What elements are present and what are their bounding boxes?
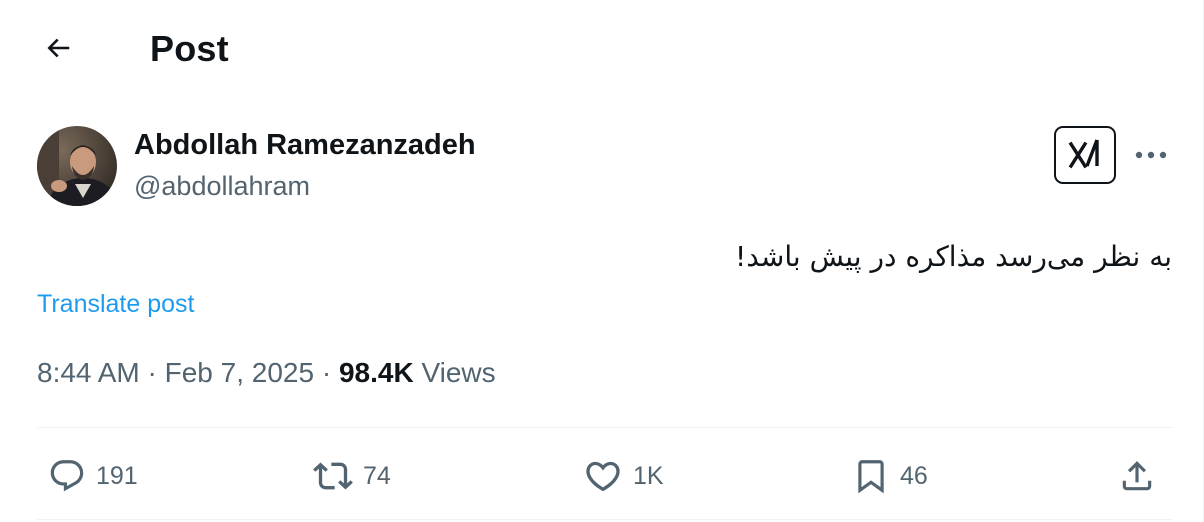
header: Post bbox=[0, 0, 1203, 100]
author-handle[interactable]: @abdollahram bbox=[134, 171, 310, 202]
post-meta: 8:44 AM · Feb 7, 2025 · 98.4K Views bbox=[37, 357, 496, 389]
author-display-name[interactable]: Abdollah Ramezanzadeh bbox=[134, 129, 476, 162]
post-text: به نظر می‌رسد مذاکره در پیش باشد! bbox=[735, 240, 1172, 273]
views-label: Views bbox=[421, 357, 496, 388]
bookmark-icon bbox=[852, 456, 890, 496]
divider bbox=[37, 427, 1172, 428]
reply-count: 191 bbox=[96, 461, 138, 490]
views-count: 98.4K bbox=[338, 357, 414, 388]
reply-button[interactable]: 191 bbox=[48, 448, 138, 504]
repost-button[interactable]: 74 bbox=[313, 448, 391, 504]
more-dots-icon bbox=[1134, 146, 1168, 164]
meta-separator: · bbox=[147, 357, 157, 388]
repost-count: 74 bbox=[363, 461, 391, 490]
bookmark-count: 46 bbox=[900, 461, 928, 490]
avatar-photo bbox=[37, 126, 117, 206]
translate-post-link[interactable]: Translate post bbox=[37, 290, 194, 319]
grok-icon bbox=[1065, 136, 1105, 175]
page-title: Post bbox=[150, 28, 229, 69]
post-time[interactable]: 8:44 AM bbox=[37, 357, 140, 388]
grok-button[interactable] bbox=[1054, 126, 1116, 184]
like-count: 1K bbox=[633, 461, 664, 490]
reply-icon bbox=[48, 457, 86, 495]
share-icon bbox=[1118, 456, 1156, 496]
post-date[interactable]: Feb 7, 2025 bbox=[165, 357, 314, 388]
heart-icon bbox=[583, 456, 623, 496]
meta-separator: · bbox=[321, 357, 332, 388]
repost-icon bbox=[313, 456, 353, 496]
arrow-left-icon bbox=[43, 33, 73, 68]
share-button[interactable] bbox=[1118, 448, 1156, 504]
action-bar: 191 74 1K 46 bbox=[0, 448, 1204, 504]
back-button[interactable] bbox=[38, 30, 78, 70]
bookmark-button[interactable]: 46 bbox=[852, 448, 928, 504]
divider bbox=[37, 519, 1172, 520]
like-button[interactable]: 1K bbox=[583, 448, 664, 504]
avatar[interactable] bbox=[37, 126, 117, 206]
more-options-button[interactable] bbox=[1130, 140, 1172, 170]
